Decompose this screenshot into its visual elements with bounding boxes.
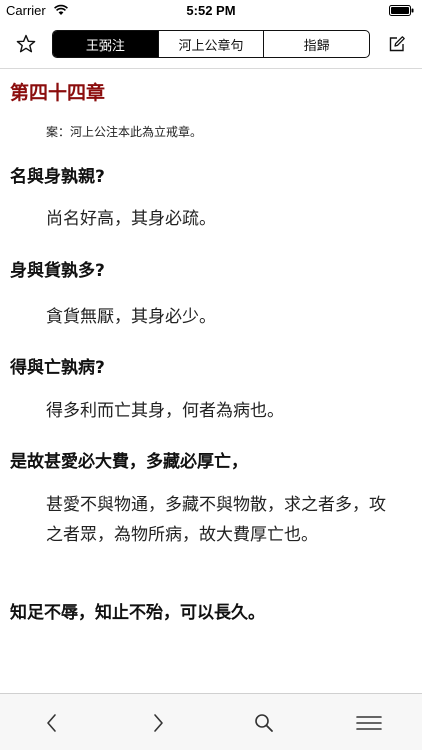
chapter-title: 第四十四章 [10, 82, 106, 104]
chevron-right-icon [154, 714, 163, 732]
tab-zhigui[interactable]: 指歸 [263, 31, 369, 57]
clock: 5:52 PM [186, 3, 236, 18]
tab-heshang-gong[interactable]: 河上公章句 [157, 31, 264, 57]
bottom-toolbar [0, 693, 422, 750]
edit-icon[interactable] [388, 35, 406, 53]
verse-text: 身與貨孰多? [10, 261, 105, 281]
verse-text: 得與亡孰病? [10, 358, 105, 378]
verse-commentary: 甚愛不與物通，多藏不與物散，求之者多，攻之者眾，為物所病，故大費厚亡也。 [46, 495, 386, 545]
commentary-segmented-control: 王弼注 河上公章句 指歸 [52, 30, 370, 58]
menu-icon [356, 716, 382, 730]
chapter-note: 案：河上公注本此為立戒章。 [46, 125, 203, 139]
verse-text: 名與身孰親? [10, 167, 105, 187]
status-bar: Carrier 5:52 PM [0, 0, 422, 22]
verse-text: 知足不辱，知止不殆，可以長久。 [10, 603, 265, 623]
verse-commentary: 得多利而亡其身，何者為病也。 [46, 401, 284, 421]
chevron-left-icon [47, 714, 56, 732]
search-button[interactable] [252, 711, 276, 735]
next-chapter-button[interactable] [146, 711, 170, 735]
toolbar-divider [0, 68, 422, 69]
previous-chapter-button[interactable] [40, 711, 64, 735]
search-icon [255, 714, 273, 732]
verse-commentary: 貪貨無厭，其身必少。 [46, 307, 216, 327]
star-icon[interactable] [16, 34, 36, 54]
verse-commentary: 尚名好高，其身必疏。 [46, 209, 216, 229]
menu-button[interactable] [356, 711, 382, 735]
battery-icon [389, 5, 414, 16]
toolbar: 王弼注 河上公章句 指歸 [0, 24, 422, 68]
tab-wang-bi[interactable]: 王弼注 [53, 31, 158, 57]
verse-text: 是故甚愛必大費，多藏必厚亡， [10, 452, 248, 472]
